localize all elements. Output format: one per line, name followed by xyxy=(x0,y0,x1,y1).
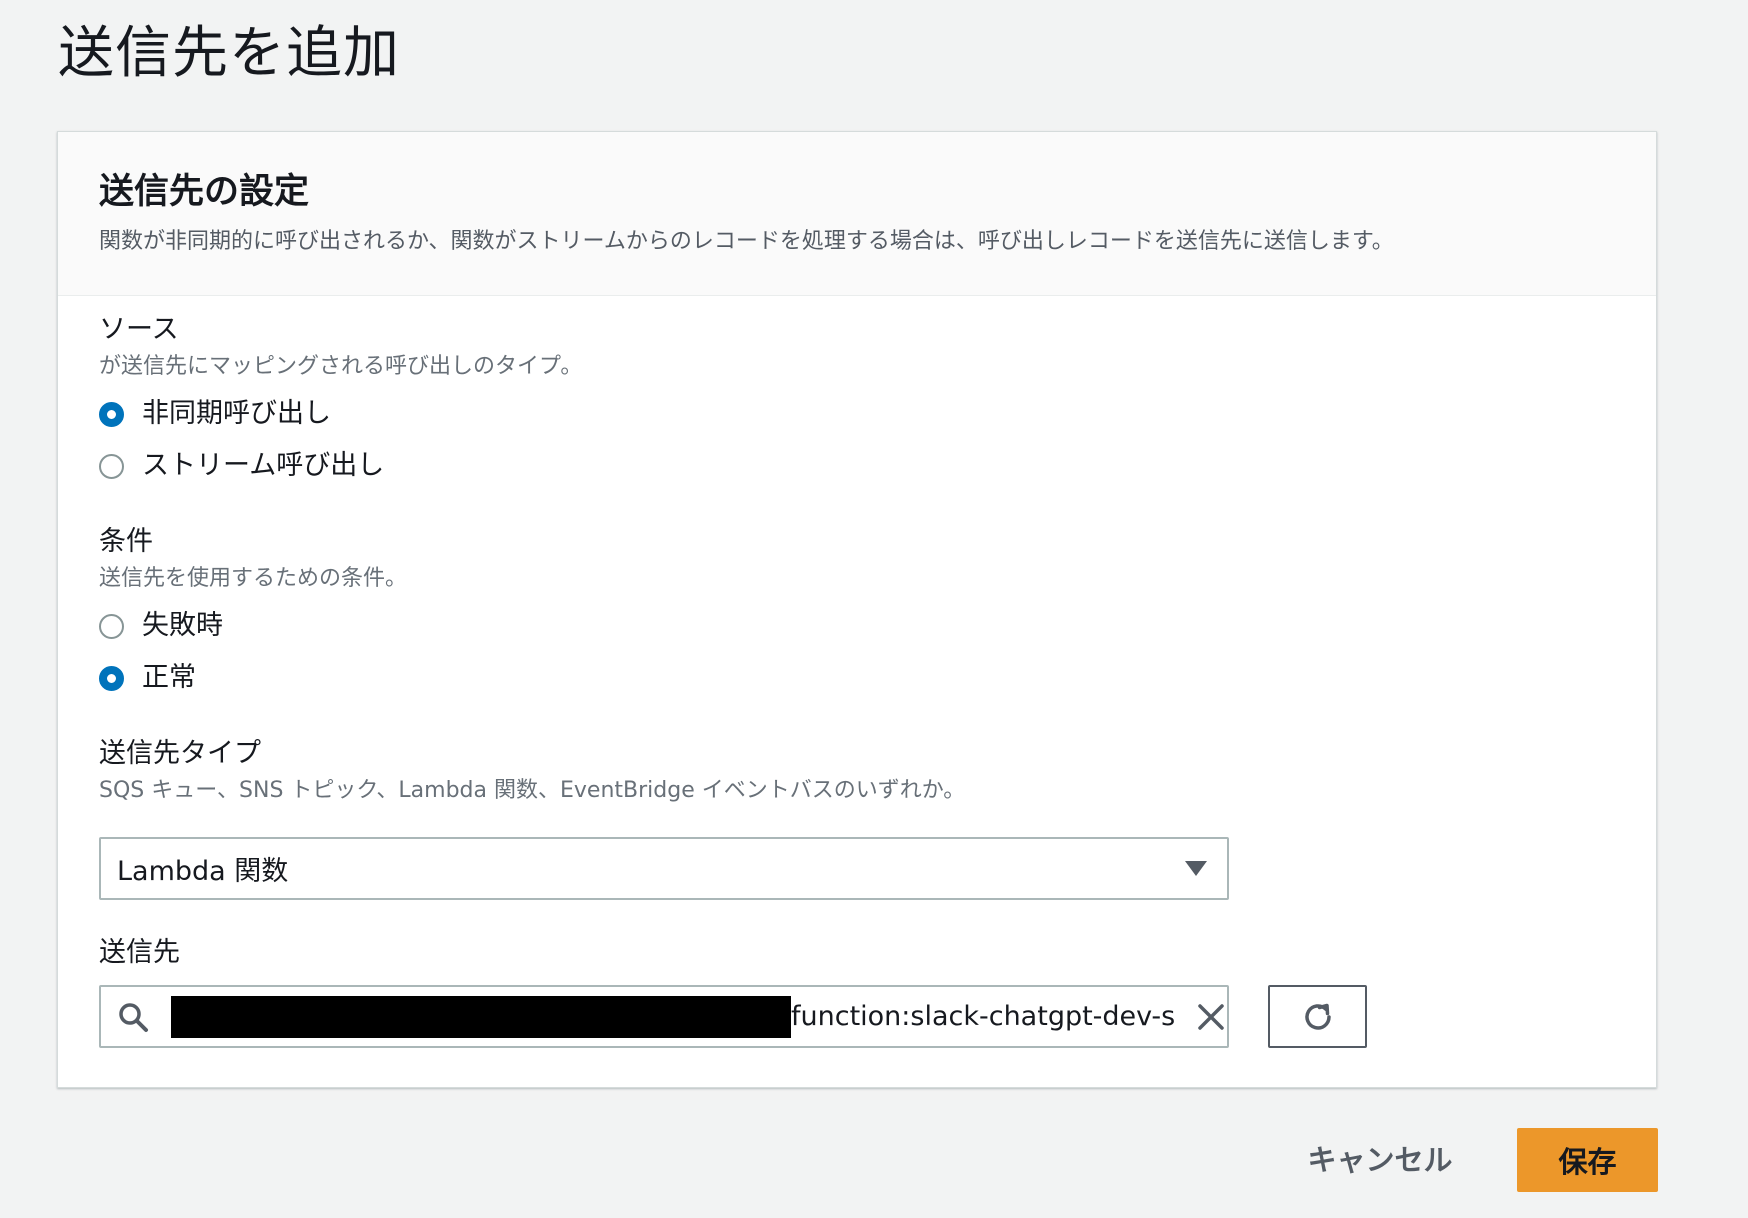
destination-type-selected-value: Lambda 関数 xyxy=(117,856,289,887)
page-title: 送信先を追加 xyxy=(58,21,400,86)
panel-title: 送信先の設定 xyxy=(99,172,310,212)
radio-button-stream[interactable] xyxy=(99,453,124,479)
radio-option-stream[interactable]: ストリーム呼び出し xyxy=(99,440,582,492)
close-icon[interactable] xyxy=(1196,1002,1226,1032)
panel-header: 送信先の設定 関数が非同期的に呼び出されるか、関数がストリームからのレコードを処… xyxy=(58,132,1656,296)
destination-type-description: SQS キュー、SNS トピック、Lambda 関数、EventBridge イ… xyxy=(99,778,966,803)
source-section: ソース が送信先にマッピングされる呼び出しのタイプ。 非同期呼び出し ストリーム… xyxy=(99,312,582,492)
cancel-button[interactable]: キャンセル xyxy=(1300,1126,1460,1190)
radio-label-on-success: 正常 xyxy=(142,662,196,693)
radio-option-on-failure[interactable]: 失敗時 xyxy=(99,600,407,652)
caret-down-icon xyxy=(1185,861,1207,876)
destination-search-value[interactable]: function:slack-chatgpt-dev-sla xyxy=(791,1001,1176,1032)
source-label: ソース xyxy=(99,314,179,345)
radio-option-on-success[interactable]: 正常 xyxy=(99,652,407,704)
save-button[interactable]: 保存 xyxy=(1517,1128,1658,1192)
radio-label-on-failure: 失敗時 xyxy=(142,610,223,641)
destination-section: 送信先 xyxy=(99,935,180,971)
destination-search-input[interactable]: function:slack-chatgpt-dev-sla xyxy=(99,985,1229,1048)
destination-label: 送信先 xyxy=(99,937,180,968)
panel-description: 関数が非同期的に呼び出されるか、関数がストリームからのレコードを処理する場合は、… xyxy=(99,229,1394,254)
radio-button-on-success[interactable] xyxy=(99,665,124,691)
refresh-button[interactable] xyxy=(1268,985,1367,1048)
radio-option-async[interactable]: 非同期呼び出し xyxy=(99,388,582,440)
destination-type-select[interactable]: Lambda 関数 xyxy=(99,837,1229,900)
radio-label-stream: ストリーム呼び出し xyxy=(142,450,385,481)
radio-button-on-failure[interactable] xyxy=(99,613,124,639)
condition-label: 条件 xyxy=(99,526,153,557)
search-icon xyxy=(119,1002,148,1032)
refresh-icon xyxy=(1304,1003,1331,1030)
condition-description: 送信先を使用するための条件。 xyxy=(99,566,408,591)
destination-type-label: 送信先タイプ xyxy=(99,738,261,769)
radio-button-async[interactable] xyxy=(99,401,124,427)
source-description: が送信先にマッピングされる呼び出しのタイプ。 xyxy=(99,354,583,379)
destination-settings-panel: 送信先の設定 関数が非同期的に呼び出されるか、関数がストリームからのレコードを処… xyxy=(57,131,1657,1088)
condition-section: 条件 送信先を使用するための条件。 失敗時 正常 xyxy=(99,524,407,704)
redacted-region xyxy=(171,995,791,1038)
radio-label-async: 非同期呼び出し xyxy=(142,398,331,429)
destination-type-section: 送信先タイプ SQS キュー、SNS トピック、Lambda 関数、EventB… xyxy=(99,736,965,806)
